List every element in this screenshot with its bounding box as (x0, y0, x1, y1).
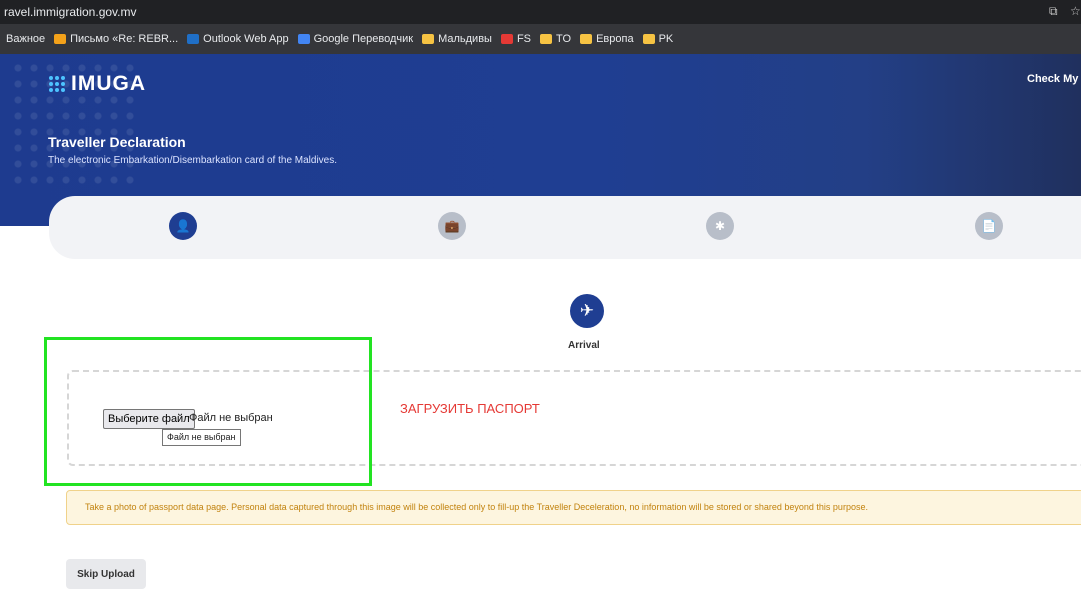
fs-icon (500, 34, 513, 44)
bookmark-label: Европа (596, 33, 634, 45)
airplane-arrival-icon: ✈ (570, 294, 604, 328)
imuga-logo[interactable]: IMUGA (49, 72, 146, 96)
document-icon[interactable]: 📄 (975, 212, 1003, 240)
bookmark-label: Письмо «Re: REBR... (70, 33, 179, 45)
bookmark-label: TO (556, 33, 572, 45)
translate-icon (297, 34, 310, 44)
bookmark-label: Google Переводчик (313, 33, 414, 45)
bookmark-item[interactable]: PK (642, 33, 674, 45)
check-my-link[interactable]: Check My O (1027, 73, 1081, 85)
translate-icon[interactable]: ⧉ (1049, 4, 1058, 19)
bookmark-label: Важное (6, 33, 46, 45)
folder-icon (580, 34, 593, 44)
privacy-notice: Take a photo of passport data page. Pers… (66, 490, 1081, 525)
briefcase-icon[interactable]: 💼 (438, 212, 466, 240)
skip-upload-button[interactable]: Skip Upload (66, 559, 146, 589)
bookmarks-bar: Важное Письмо «Re: REBR... Outlook Web A… (0, 24, 1081, 54)
bookmark-label: Outlook Web App (203, 33, 289, 45)
bookmark-item[interactable]: Европа (580, 33, 634, 45)
highlight-box (44, 337, 372, 486)
bookmark-item[interactable]: FS (500, 33, 532, 45)
bookmark-label: PK (658, 33, 674, 45)
user-icon[interactable]: 👤 (169, 212, 197, 240)
url-text[interactable]: ravel.immigration.gov.mv (4, 5, 136, 19)
logo-text: IMUGA (71, 72, 146, 95)
address-bar[interactable]: ravel.immigration.gov.mv ⧉ ☆ (0, 0, 1081, 24)
upload-passport-label: ЗАГРУЗИТЬ ПАСПОРТ (400, 401, 540, 416)
bookmark-label: Мальдивы (438, 33, 492, 45)
bookmark-item[interactable]: Важное (6, 33, 45, 45)
folder-icon (642, 34, 655, 44)
folder-icon (422, 34, 435, 44)
outlook-icon (187, 34, 200, 44)
page-subtitle: The electronic Embarkation/Disembarkatio… (48, 155, 338, 166)
bookmark-item[interactable]: Письмо «Re: REBR... (54, 33, 178, 45)
bookmark-item[interactable]: Outlook Web App (187, 33, 289, 45)
bookmark-label: FS (516, 33, 532, 45)
arrival-label: Arrival (568, 340, 600, 351)
page-title: Traveller Declaration (48, 134, 186, 150)
bookmark-item[interactable]: Google Переводчик (297, 33, 414, 45)
mail-icon (54, 34, 67, 44)
folder-icon (540, 34, 553, 44)
asterisk-icon[interactable]: ✱ (706, 212, 734, 240)
bookmark-item[interactable]: TO (540, 33, 571, 45)
star-icon[interactable]: ☆ (1070, 4, 1081, 18)
logo-dots-icon (49, 76, 65, 92)
progress-steps: 👤 💼 ✱ 📄 (49, 196, 1081, 259)
bookmark-item[interactable]: Мальдивы (422, 33, 492, 45)
